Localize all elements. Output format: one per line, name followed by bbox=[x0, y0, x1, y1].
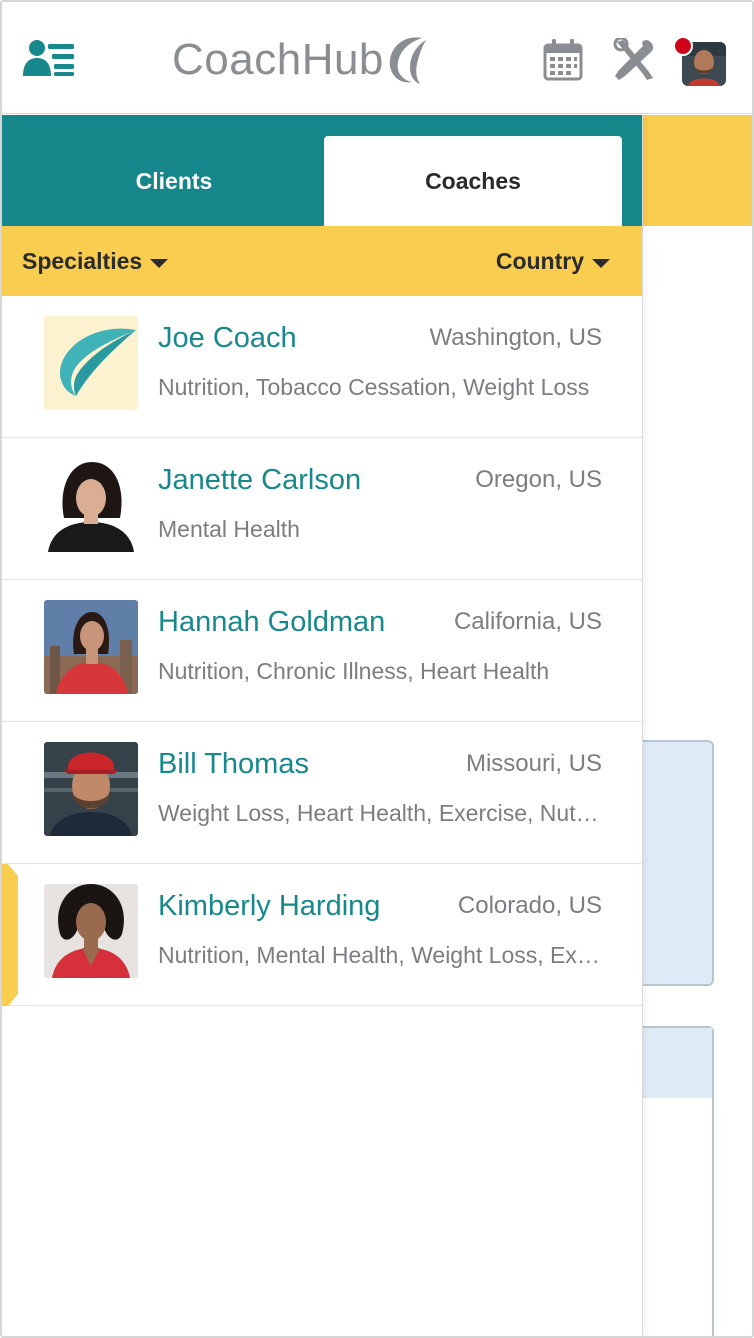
caret-down-icon bbox=[592, 258, 610, 268]
coach-list-item[interactable]: Janette Carlson Oregon, US Mental Health bbox=[2, 438, 642, 580]
background-banner bbox=[642, 115, 752, 226]
coach-name: Kimberly Harding bbox=[158, 890, 381, 922]
coach-location: Colorado, US bbox=[457, 892, 602, 919]
caret-down-icon bbox=[150, 258, 169, 268]
top-header: CoachHub bbox=[2, 2, 752, 114]
tab-coaches[interactable]: Coaches bbox=[324, 136, 622, 226]
coach-specialties: Mental Health bbox=[158, 516, 300, 542]
coach-list-item[interactable]: Bill Thomas Missouri, US Weight Loss, He… bbox=[2, 722, 642, 864]
logo-text: CoachHub bbox=[172, 35, 384, 84]
coach-name: Bill Thomas bbox=[158, 748, 309, 780]
selected-indicator bbox=[2, 864, 18, 1006]
coach-list-item-selected[interactable]: Kimberly Harding Colorado, US Nutrition,… bbox=[2, 864, 642, 1006]
coach-location: Oregon, US bbox=[475, 466, 602, 493]
coach-name: Hannah Goldman bbox=[158, 606, 386, 638]
specialties-filter[interactable]: Specialties bbox=[22, 226, 169, 296]
coach-specialties: Weight Loss, Heart Health, Exercise, Nut… bbox=[158, 800, 602, 826]
notification-dot bbox=[673, 36, 693, 56]
coach-specialties: Nutrition, Chronic Illness, Heart Health bbox=[158, 658, 550, 684]
logo-leaf-icon bbox=[389, 37, 426, 84]
tab-clients[interactable]: Clients bbox=[24, 136, 324, 226]
coach-name: Joe Coach bbox=[158, 322, 297, 354]
coach-photo bbox=[44, 458, 138, 552]
coach-photo bbox=[44, 742, 138, 836]
coach-logo-thumbnail bbox=[44, 316, 138, 410]
specialties-filter-label: Specialties bbox=[22, 247, 143, 274]
coach-list-item[interactable]: Joe Coach Washington, US Nutrition, Toba… bbox=[2, 296, 642, 438]
people-list-menu-icon[interactable] bbox=[22, 38, 78, 82]
coach-photo bbox=[44, 884, 138, 978]
coach-specialties: Nutrition, Tobacco Cessation, Weight Los… bbox=[158, 374, 590, 400]
country-filter[interactable]: Country bbox=[496, 226, 610, 296]
tools-icon[interactable] bbox=[611, 36, 657, 82]
coach-specialties: Nutrition, Mental Health, Weight Loss, E… bbox=[158, 942, 602, 968]
coach-photo bbox=[44, 600, 138, 694]
coaches-panel: Clients Coaches Specialties Country Joe … bbox=[2, 115, 643, 1336]
tab-bar: Clients Coaches bbox=[2, 115, 642, 226]
coach-location: California, US bbox=[453, 608, 602, 635]
app-frame: CoachHub Clients Coaches Specialties Cou… bbox=[0, 0, 754, 1338]
coach-name: Janette Carlson bbox=[158, 464, 362, 496]
country-filter-label: Country bbox=[495, 247, 584, 274]
coachhub-logo[interactable]: CoachHub bbox=[172, 30, 428, 90]
coach-list-item[interactable]: Hannah Goldman California, US Nutrition,… bbox=[2, 580, 642, 722]
calendar-icon[interactable] bbox=[542, 38, 584, 82]
coach-list: Joe Coach Washington, US Nutrition, Toba… bbox=[2, 296, 642, 1006]
coach-location: Washington, US bbox=[429, 324, 602, 351]
filter-bar: Specialties Country bbox=[2, 226, 642, 296]
coach-location: Missouri, US bbox=[465, 750, 602, 777]
